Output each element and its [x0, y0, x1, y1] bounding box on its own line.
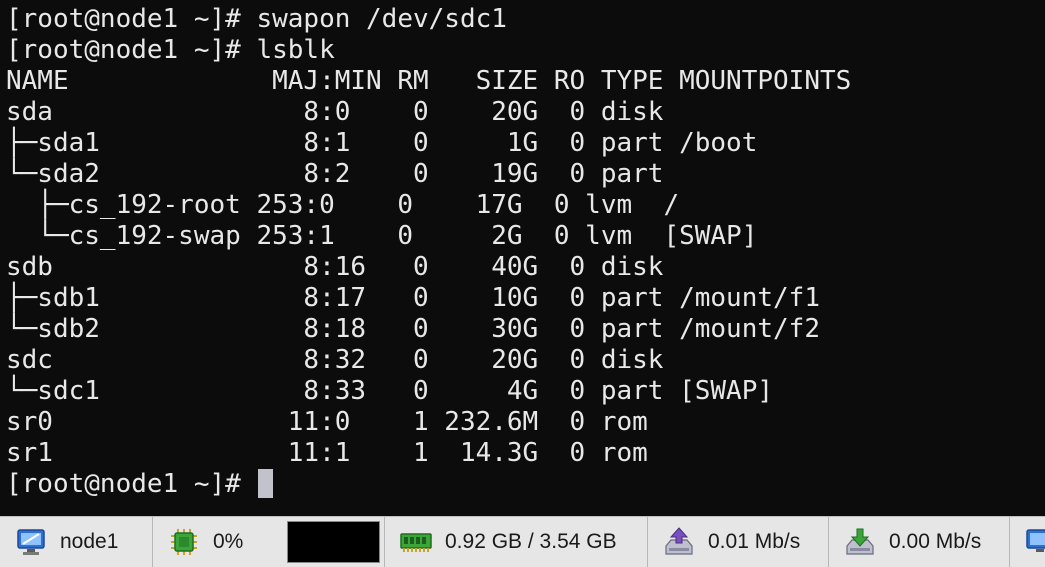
- computer-icon: [1024, 525, 1045, 559]
- terminal-line: sr0 11:0 1 232.6M 0 rom: [6, 407, 648, 437]
- terminal-line: sdb 8:16 0 40G 0 disk: [6, 252, 664, 282]
- terminal-line: sr1 11:1 1 14.3G 0 rom: [6, 438, 648, 468]
- cpu-chip-icon: [167, 525, 201, 559]
- cpu-usage-label: 0%: [213, 530, 244, 553]
- memory-usage-label: 0.92 GB / 3.54 GB: [445, 530, 617, 553]
- host-indicator[interactable]: node1: [0, 517, 153, 567]
- memory-indicator[interactable]: 0.92 GB / 3.54 GB: [385, 517, 648, 567]
- download-speed-label: 0.00 Mb/s: [889, 530, 982, 553]
- upload-icon: [662, 525, 696, 559]
- terminal-line: ├─sda1 8:1 0 1G 0 part /boot: [6, 128, 758, 158]
- memory-module-icon: [399, 525, 433, 559]
- download-indicator[interactable]: 0.00 Mb/s: [829, 517, 1010, 567]
- terminal-line: [root@node1 ~]# swapon /dev/sdc1: [6, 4, 507, 34]
- text-cursor: [258, 469, 274, 498]
- host-indicator-partial[interactable]: [1010, 517, 1045, 567]
- download-icon: [843, 525, 877, 559]
- prompt-line[interactable]: [root@node1 ~]#: [6, 469, 274, 500]
- terminal-line: sda 8:0 0 20G 0 disk: [6, 97, 664, 127]
- computer-icon: [14, 525, 48, 559]
- upload-indicator[interactable]: 0.01 Mb/s: [648, 517, 829, 567]
- terminal-line: [root@node1 ~]# lsblk: [6, 35, 335, 65]
- terminal-line: └─cs_192-swap 253:1 0 2G 0 lvm [SWAP]: [6, 221, 758, 251]
- cpu-usage-graph: [287, 521, 380, 563]
- terminal-line: └─sdc1 8:33 0 4G 0 part [SWAP]: [6, 376, 774, 406]
- terminal-line: ├─cs_192-root 253:0 0 17G 0 lvm /: [6, 190, 680, 220]
- terminal-line: NAME MAJ:MIN RM SIZE RO TYPE MOUNTPOINTS: [6, 66, 852, 96]
- cpu-indicator[interactable]: 0%: [153, 517, 385, 567]
- upload-speed-label: 0.01 Mb/s: [708, 530, 801, 553]
- status-taskbar: node1 0% 0.92 GB / 3.54 GB 0.01 Mb/s 0.0…: [0, 516, 1045, 567]
- terminal-line: ├─sdb1 8:17 0 10G 0 part /mount/f1: [6, 283, 820, 313]
- shell-prompt: [root@node1 ~]#: [6, 469, 257, 499]
- terminal-line: └─sda2 8:2 0 19G 0 part: [6, 159, 664, 189]
- terminal-window[interactable]: [root@node1 ~]# swapon /dev/sdc1 [root@n…: [0, 0, 1045, 516]
- terminal-line: sdc 8:32 0 20G 0 disk: [6, 345, 664, 375]
- terminal-line: └─sdb2 8:18 0 30G 0 part /mount/f2: [6, 314, 820, 344]
- host-label: node1: [60, 530, 119, 553]
